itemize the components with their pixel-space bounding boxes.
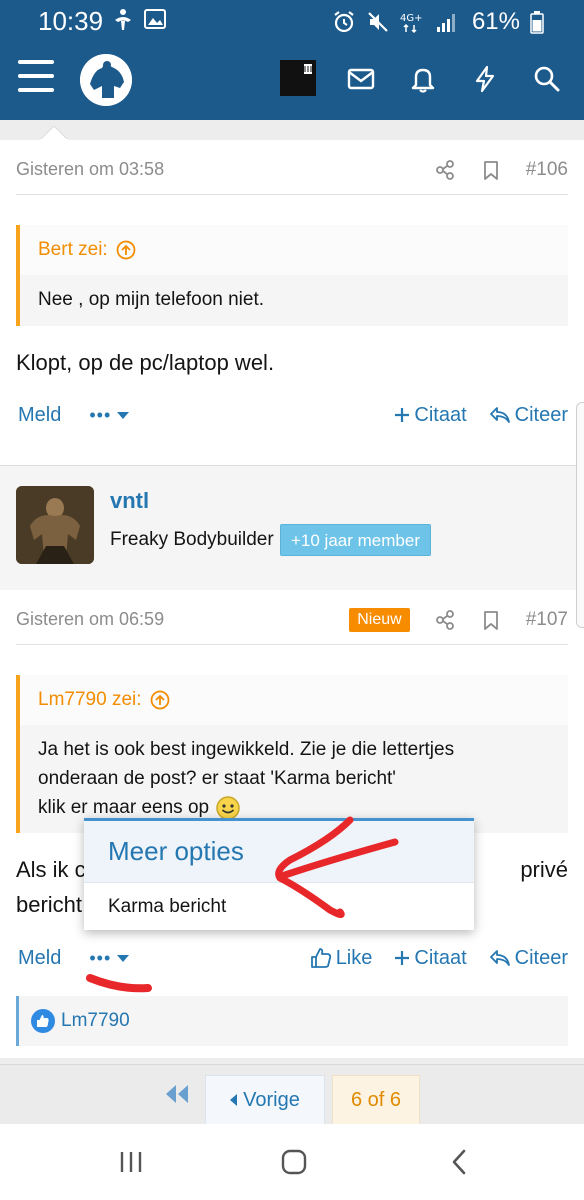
signal-icon (436, 14, 455, 32)
user-info-block: vntl Freaky Bodybuilder +10 jaar member (0, 465, 584, 595)
user-avatar[interactable] (280, 60, 316, 96)
multiquote-label: Citaat (414, 403, 467, 426)
post-actions: Meld ••• Like Citaat Citeer (18, 943, 568, 973)
multiquote-button[interactable]: Citaat (394, 403, 467, 427)
prev-label: Vorige (243, 1088, 300, 1111)
pagination: Vorige 6 of 6 (0, 1064, 584, 1125)
bookmark-icon[interactable] (480, 609, 502, 631)
reply-icon (489, 407, 510, 423)
scroll-handle[interactable] (576, 402, 584, 628)
post-106: Gisteren om 03:58 #106 Bert zei: Nee , o… (0, 126, 584, 465)
menu-item-karma-message[interactable]: Karma bericht (84, 883, 474, 930)
first-page-icon[interactable] (160, 1079, 194, 1109)
prev-page-button[interactable]: Vorige (205, 1075, 325, 1125)
bell-icon[interactable] (408, 64, 438, 94)
body-text-start: Als ik c (16, 857, 86, 882)
quote-header[interactable]: Bert zei: (20, 225, 568, 275)
more-options-button[interactable]: ••• (89, 404, 130, 426)
like-button[interactable]: Like (310, 946, 373, 970)
post-date[interactable]: Gisteren om 03:58 (16, 159, 410, 180)
thumbs-up-icon (310, 948, 331, 968)
plus-icon (395, 408, 410, 422)
report-link[interactable]: Meld (18, 404, 61, 427)
liked-by-user[interactable]: Lm7790 (61, 1010, 130, 1032)
current-page-indicator[interactable]: 6 of 6 (332, 1075, 420, 1125)
more-options-button[interactable]: ••• (89, 947, 130, 969)
post-number[interactable]: #107 (526, 609, 568, 631)
menu-icon[interactable] (18, 60, 54, 94)
share-icon[interactable] (434, 159, 456, 181)
svg-text:4G+: 4G+ (400, 13, 423, 24)
post-pointer (40, 126, 68, 140)
status-bar: 10:39 4G+ 61% (0, 0, 584, 40)
battery-icon (530, 11, 544, 34)
likes-bar: Lm7790 (16, 996, 568, 1046)
post-actions: Meld ••• Citaat Citeer (18, 400, 568, 430)
post-date[interactable]: Gisteren om 06:59 (16, 609, 339, 630)
user-avatar-image[interactable] (16, 486, 94, 564)
envelope-icon[interactable] (346, 64, 376, 94)
more-options-menu: Meer opties Karma bericht (84, 818, 474, 930)
smiley-icon (216, 795, 240, 820)
arrow-up-circle-icon[interactable] (116, 240, 136, 260)
reply-label: Citeer (514, 946, 568, 969)
post-meta: Gisteren om 03:58 #106 (16, 145, 568, 195)
like-label: Like (335, 946, 373, 969)
site-logo[interactable] (80, 54, 132, 106)
status-system-icons: 4G+ 61% (332, 8, 544, 36)
multiquote-button[interactable]: Citaat (394, 946, 467, 970)
status-time: 10:39 (38, 6, 104, 36)
share-icon[interactable] (434, 609, 456, 631)
body-text-end: privé (520, 857, 568, 882)
body-text-line2: bericht (16, 892, 83, 917)
battery-percent: 61% (471, 8, 520, 35)
quote-block: Bert zei: Nee , op mijn telefoon niet. (16, 225, 568, 326)
report-link[interactable]: Meld (18, 947, 61, 970)
chevron-down-icon (117, 411, 130, 419)
reply-label: Citeer (514, 403, 568, 426)
chevron-left-icon (230, 1094, 238, 1106)
network-type-icon: 4G+ (400, 13, 423, 34)
post-body: Klopt, op de pc/laptop wel. (16, 350, 275, 375)
multiquote-label: Citaat (414, 946, 467, 969)
menu-title: Meer opties (84, 821, 474, 883)
search-icon[interactable] (532, 64, 562, 94)
member-banner: +10 jaar member (280, 524, 431, 556)
more-dots: ••• (89, 947, 112, 968)
image-icon (144, 9, 166, 29)
android-nav-bar (0, 1124, 584, 1200)
top-nav-bar (0, 40, 584, 120)
bookmark-icon[interactable] (480, 159, 502, 181)
mute-icon (368, 12, 388, 32)
accessibility-icon (115, 9, 131, 30)
bolt-icon[interactable] (470, 64, 500, 94)
quote-author[interactable]: Lm7790 zei: (38, 689, 142, 711)
quote-line: Ja het is ook best ingewikkeld. Zie je d… (38, 739, 455, 760)
user-title: Freaky Bodybuilder (110, 529, 274, 550)
quote-author[interactable]: Bert zei: (38, 239, 108, 261)
quote-header[interactable]: Lm7790 zei: (20, 675, 568, 725)
more-dots: ••• (89, 404, 112, 425)
like-reaction-icon (31, 1009, 55, 1033)
home-icon[interactable] (280, 1148, 308, 1176)
quote-block: Lm7790 zei: Ja het is ook best ingewikke… (16, 675, 568, 833)
new-badge: Nieuw (349, 607, 410, 632)
quote-text: Nee , op mijn telefoon niet. (38, 289, 265, 310)
arrow-up-circle-icon[interactable] (150, 690, 170, 710)
username[interactable]: vntl (110, 488, 149, 514)
status-notifications (112, 8, 166, 32)
post-meta: Gisteren om 06:59 Nieuw #107 (16, 595, 568, 645)
recent-apps-icon[interactable] (117, 1148, 145, 1176)
reply-icon (489, 950, 510, 966)
plus-icon (395, 951, 410, 965)
chevron-down-icon (117, 954, 130, 962)
reply-button[interactable]: Citeer (489, 404, 568, 427)
alarm-icon (334, 11, 354, 33)
post-number[interactable]: #106 (526, 159, 568, 181)
back-icon[interactable] (446, 1148, 474, 1176)
quote-line: onderaan de post? er staat 'Karma berich… (38, 768, 396, 789)
reply-button[interactable]: Citeer (489, 947, 568, 970)
